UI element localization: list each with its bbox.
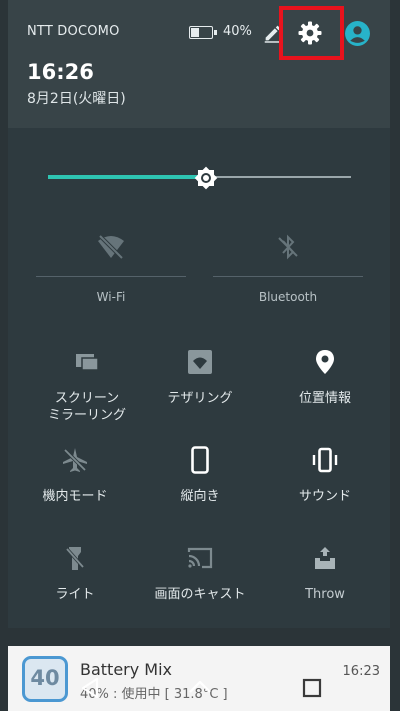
battery-percent: 40% (223, 24, 252, 39)
cast-icon (187, 547, 213, 569)
portrait-icon (191, 446, 209, 474)
tile-label: テザリング (167, 391, 233, 406)
tile-label: Bluetooth (258, 290, 318, 304)
bluetooth-off-icon (278, 234, 298, 260)
tile-screen-mirroring[interactable]: スクリーン ミラーリング (27, 348, 147, 424)
flashlight-icon (65, 547, 85, 570)
carrier-label: NTT DOCOMO (27, 24, 120, 39)
tile-label: 縦向き (180, 489, 220, 504)
brightness-slider-fill (48, 175, 200, 179)
screen-mirroring-icon (76, 354, 99, 371)
tile-sound[interactable]: サウンド (265, 446, 385, 505)
battery-icon (189, 26, 217, 39)
airplane-mode-icon (63, 448, 87, 472)
back-icon[interactable] (78, 676, 102, 700)
clock-time: 16:26 (27, 60, 94, 84)
app-icon-text: 40 (30, 666, 60, 690)
location-icon (316, 350, 334, 374)
tile-wifi[interactable]: Wi-Fi (36, 232, 186, 322)
tethering-icon (188, 350, 212, 374)
gear-icon[interactable] (297, 20, 323, 46)
tile-portrait[interactable]: 縦向き (140, 446, 260, 505)
tile-label: 位置情報 (298, 391, 351, 406)
tile-bluetooth[interactable]: Bluetooth (213, 232, 363, 322)
sound-icon (312, 447, 338, 473)
recents-icon[interactable] (300, 676, 324, 700)
account-icon[interactable] (344, 20, 371, 47)
tile-label: スクリーン ミラーリング (47, 391, 126, 423)
clock-date: 8月2日(火曜日) (27, 91, 126, 107)
tile-label: サウンド (298, 489, 351, 504)
tile-cast[interactable]: 画面のキャスト (140, 544, 260, 603)
tile-label: 機内モード (42, 489, 108, 504)
notification-time: 16:23 (342, 664, 380, 679)
tile-label: ライト (55, 587, 95, 602)
tile-divider (213, 276, 363, 277)
brightness-icon[interactable] (193, 165, 219, 191)
home-icon[interactable] (188, 676, 212, 700)
tile-location[interactable]: 位置情報 (265, 348, 385, 407)
tile-throw[interactable]: Throw (265, 544, 385, 603)
tile-flashlight[interactable]: ライト (15, 544, 135, 603)
tile-label: Wi-Fi (96, 290, 126, 304)
tile-airplane-mode[interactable]: 機内モード (15, 446, 135, 505)
wifi-off-icon (98, 234, 124, 260)
tile-label: Throw (305, 587, 345, 602)
battery-mix-app-icon: 40 (22, 656, 68, 702)
battery-level-fill (191, 28, 199, 37)
throw-icon (315, 547, 335, 569)
tile-divider (36, 276, 186, 277)
tile-label: 画面のキャスト (154, 587, 246, 602)
tile-tethering[interactable]: テザリング (140, 348, 260, 407)
